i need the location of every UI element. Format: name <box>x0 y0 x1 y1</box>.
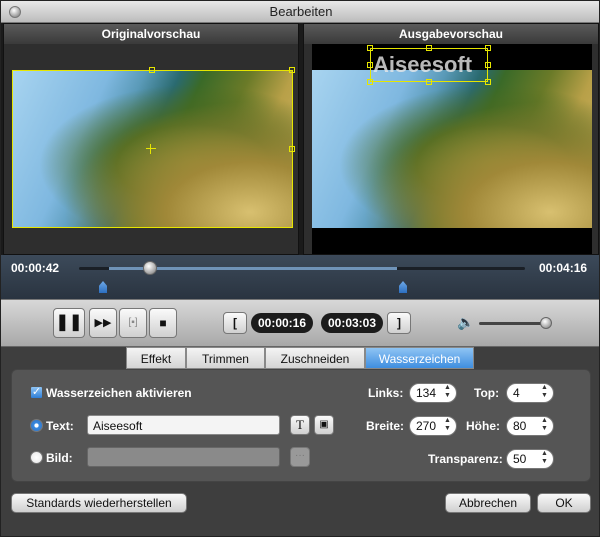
watermark-selection-box[interactable]: Aiseesoft <box>370 48 488 82</box>
top-label: Top: <box>474 386 500 400</box>
text-label: Text: <box>46 419 74 433</box>
original-preview-title: Originalvorschau <box>4 24 298 44</box>
color-icon: ▣ <box>319 419 329 430</box>
tab-zuschneiden[interactable]: Zuschneiden <box>265 347 365 369</box>
output-preview-title: Ausgabevorschau <box>304 24 598 44</box>
text-radio[interactable] <box>30 419 43 432</box>
timeline-playhead[interactable] <box>143 261 158 275</box>
breite-stepper[interactable]: 270 ▲ ▼ <box>409 416 457 436</box>
links-value: 134 <box>416 386 437 400</box>
snapshot-button[interactable]: [▪] <box>119 308 147 338</box>
font-button[interactable]: T <box>290 415 310 435</box>
original-preview-pane: Originalvorschau <box>3 23 299 255</box>
fast-forward-button[interactable]: ▶▶ <box>89 308 117 338</box>
checkmark-icon: ✓ <box>31 386 42 398</box>
stepper-arrows-icon[interactable]: ▲ ▼ <box>444 417 452 435</box>
set-start-button[interactable]: [ <box>223 312 247 334</box>
watermark-handle-top[interactable] <box>426 45 432 51</box>
crop-center-marker-v <box>150 144 151 154</box>
text-font-icon: T <box>296 417 304 432</box>
enable-watermark-label: Wasserzeichen aktivieren <box>46 386 192 400</box>
watermark-handle-tr[interactable] <box>485 45 491 51</box>
watermark-text-input[interactable]: Aiseesoft <box>87 415 280 435</box>
stepper-arrows-icon[interactable]: ▲ ▼ <box>541 384 549 402</box>
stepper-arrows-icon[interactable]: ▲ ▼ <box>541 417 549 435</box>
transparenz-stepper[interactable]: 50 ▲ ▼ <box>506 449 554 469</box>
output-video-image <box>312 70 592 228</box>
set-end-button[interactable]: ] <box>387 312 411 334</box>
image-label: Bild: <box>46 451 73 465</box>
image-radio[interactable] <box>30 451 43 464</box>
browse-button[interactable]: ··· <box>290 447 310 467</box>
color-button[interactable]: ▣ <box>314 415 334 435</box>
stop-icon: ■ <box>159 316 167 330</box>
top-value: 4 <box>513 386 520 400</box>
enable-watermark-checkbox[interactable]: ✓ <box>30 386 43 399</box>
output-preview-pane: Ausgabevorschau Aiseesoft <box>303 23 599 255</box>
speaker-icon: 🔈 <box>457 314 475 330</box>
crop-handle-top[interactable] <box>149 67 155 73</box>
hoehe-stepper[interactable]: 80 ▲ ▼ <box>506 416 554 436</box>
restore-defaults-button[interactable]: Standards wiederherstellen <box>11 493 187 513</box>
preview-area: Originalvorschau Ausgabevorschau Aiseeso… <box>1 23 599 255</box>
output-video-frame <box>312 70 592 228</box>
volume-slider[interactable] <box>479 317 552 329</box>
tab-effekt[interactable]: Effekt <box>126 347 186 369</box>
current-time: 00:00:42 <box>11 261 60 275</box>
watermark-handle-left[interactable] <box>367 62 373 68</box>
stepper-arrows-icon[interactable]: ▲ ▼ <box>444 384 452 402</box>
image-path-input[interactable] <box>87 447 280 467</box>
pause-icon: ❚❚ <box>55 314 83 331</box>
links-label: Links: <box>368 386 404 400</box>
settings-panel: Effekt Trimmen Zuschneiden Wasserzeichen… <box>1 347 599 536</box>
watermark-overlay-text: Aiseesoft <box>373 52 473 77</box>
end-time-display[interactable]: 00:03:03 <box>321 313 383 333</box>
watermark-handle-br[interactable] <box>485 79 491 85</box>
crop-center-marker-h <box>146 148 156 149</box>
title-bar: Bearbeiten <box>1 1 599 23</box>
timeline-slider[interactable] <box>79 261 525 275</box>
cancel-button[interactable]: Abbrechen <box>445 493 531 513</box>
pause-button[interactable]: ❚❚ <box>53 308 85 338</box>
trim-start-marker[interactable] <box>99 281 107 293</box>
volume-knob[interactable] <box>539 317 552 329</box>
ok-button[interactable]: OK <box>537 493 591 513</box>
watermark-handle-bottom[interactable] <box>426 79 432 85</box>
playback-controls: ❚❚ ▶▶ [▪] ■ [ 00:00:16 00:03:03 ] 🔈 <box>1 299 599 347</box>
tab-wasserzeichen[interactable]: Wasserzeichen <box>365 347 474 369</box>
edit-window: Bearbeiten Originalvorschau Ausgabevorsc… <box>0 0 600 537</box>
stop-button[interactable]: ■ <box>149 308 177 338</box>
hoehe-value: 80 <box>513 419 527 433</box>
timeline-bar: 00:00:42 00:04:16 <box>1 255 599 299</box>
hoehe-label: Höhe: <box>466 419 500 433</box>
stepper-arrows-icon[interactable]: ▲ ▼ <box>541 450 549 468</box>
trim-end-marker[interactable] <box>399 281 407 293</box>
top-stepper[interactable]: 4 ▲ ▼ <box>506 383 554 403</box>
total-time: 00:04:16 <box>539 261 588 275</box>
breite-label: Breite: <box>366 419 405 433</box>
transparenz-label: Transparenz: <box>428 452 503 466</box>
watermark-handle-right[interactable] <box>485 62 491 68</box>
start-time-display[interactable]: 00:00:16 <box>251 313 313 333</box>
links-stepper[interactable]: 134 ▲ ▼ <box>409 383 457 403</box>
close-window-button[interactable] <box>9 6 21 18</box>
frame-icon: [▪] <box>128 317 138 328</box>
window-title: Bearbeiten <box>269 4 333 19</box>
crop-handle-right[interactable] <box>289 146 295 152</box>
breite-value: 270 <box>416 419 437 433</box>
crop-selection-box[interactable] <box>12 70 293 228</box>
tab-trimmen[interactable]: Trimmen <box>186 347 265 369</box>
transparenz-value: 50 <box>513 452 527 466</box>
watermark-handle-tl[interactable] <box>367 45 373 51</box>
watermark-handle-bl[interactable] <box>367 79 373 85</box>
crop-handle-top-right[interactable] <box>289 67 295 73</box>
more-icon: ··· <box>295 450 305 461</box>
watermark-settings: ✓ Wasserzeichen aktivieren Text: Aiseeso… <box>11 369 591 482</box>
fast-forward-icon: ▶▶ <box>94 317 112 329</box>
